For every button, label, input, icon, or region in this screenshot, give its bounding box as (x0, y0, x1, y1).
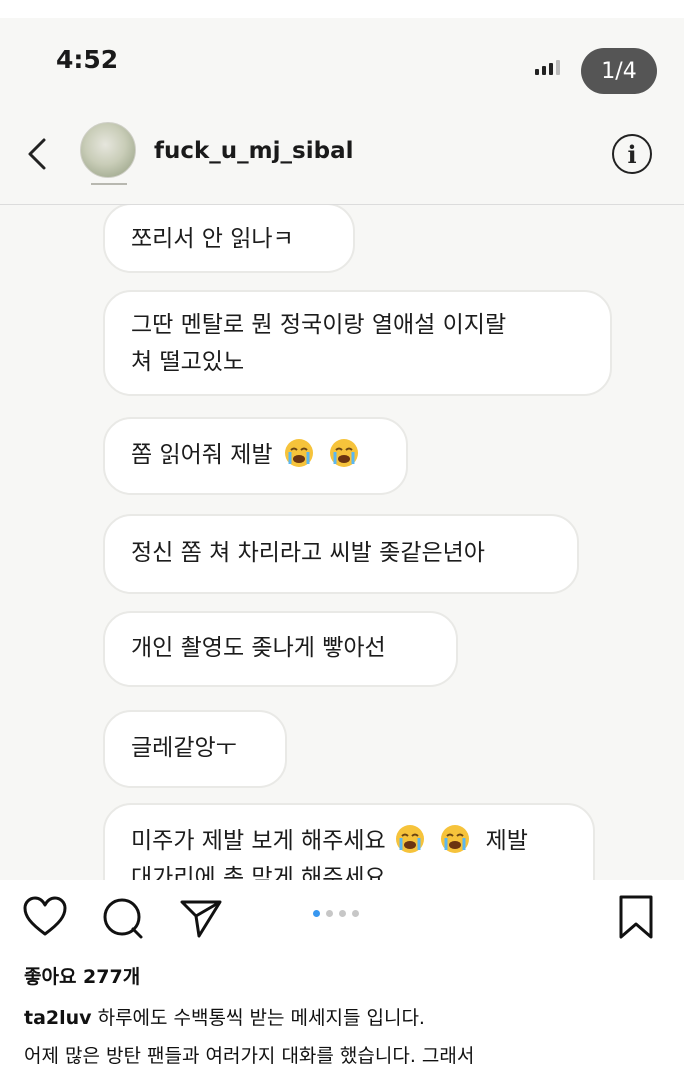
caption-line: 어제 많은 방탄 팬들과 여러가지 대화를 했습니다. 그래서 (24, 1045, 475, 1067)
message-text-line: 미주가 제발 보게 해주세요 제발 (131, 823, 567, 860)
carousel-dot (352, 910, 359, 917)
caption-username[interactable]: ta2luv (24, 1007, 92, 1029)
save-bookmark-icon[interactable] (618, 894, 654, 940)
avatar[interactable] (80, 122, 136, 185)
message-text: 정신 쫌 쳐 차리라고 씨발 좆같은년아 (131, 540, 485, 566)
image-pager-badge: 1/4 (581, 48, 657, 94)
message-bubble: 미주가 제발 보게 해주세요 제발 대가리에 총 맞게 해주세요 (103, 803, 595, 880)
back-chevron-icon[interactable] (22, 134, 52, 174)
status-time: 4:52 (56, 45, 119, 74)
carousel-indicator (313, 910, 359, 917)
message-bubble: 쫌 읽어줘 제발 (103, 417, 408, 495)
message-text: 미주가 제발 보게 해주세요 (131, 828, 386, 854)
crying-emoji-icon (396, 825, 425, 853)
post-footer: 좋아요 277개 ta2luv 하루에도 수백통씩 받는 메세지들 입니다. 어… (0, 880, 684, 1071)
signal-icon (535, 60, 560, 75)
like-count[interactable]: 좋아요 277개 (24, 962, 140, 989)
message-bubble: 그딴 멘탈로 뭔 정국이랑 열애설 이지랄 쳐 떨고있노 (103, 290, 612, 396)
comment-bubble-icon[interactable] (101, 896, 145, 940)
message-bubble: 개인 촬영도 좆나게 빻아선 (103, 611, 458, 687)
message-thread: 쪼리서 안 읽나ㅋ 그딴 멘탈로 뭔 정국이랑 열애설 이지랄 쳐 떨고있노 쫌… (0, 205, 684, 880)
carousel-dot (326, 910, 333, 917)
caption-text: 하루에도 수백통씩 받는 메세지들 입니다. (91, 1007, 425, 1029)
crying-emoji-icon (330, 439, 359, 467)
message-bubble: 글레같앙ㅜ (103, 710, 287, 788)
dm-header: fuck_u_mj_sibal i (0, 108, 684, 205)
info-icon[interactable]: i (612, 134, 652, 174)
message-text: 쫌 읽어줘 제발 (131, 442, 273, 468)
pager-label: 1/4 (601, 58, 637, 84)
message-text: 글레같앙ㅜ (131, 735, 237, 761)
message-text: 개인 촬영도 좆나게 빻아선 (131, 635, 386, 661)
message-text-line: 쳐 떨고있노 (131, 349, 245, 375)
post-image-screenshot[interactable]: 4:52 1/4 fuck_u_mj_sibal i 쪼리서 안 읽나ㅋ 그딴 … (0, 18, 684, 880)
caption-line: ta2luv 하루에도 수백통씩 받는 메세지들 입니다. (24, 1003, 425, 1030)
message-bubble: 쪼리서 안 읽나ㅋ (103, 205, 355, 273)
crying-emoji-icon (284, 439, 313, 467)
message-text: 쪼리서 안 읽나ㅋ (131, 226, 294, 252)
message-bubble: 정신 쫌 쳐 차리라고 씨발 좆같은년아 (103, 514, 579, 594)
crying-emoji-icon (441, 825, 470, 853)
message-text-line: 대가리에 총 맞게 해주세요 (131, 865, 386, 880)
message-text: 제발 (485, 828, 528, 854)
carousel-dot (313, 910, 320, 917)
share-paper-plane-icon[interactable] (179, 898, 223, 938)
dm-username[interactable]: fuck_u_mj_sibal (154, 138, 353, 164)
carousel-dot (339, 910, 346, 917)
message-text-line: 그딴 멘탈로 뭔 정국이랑 열애설 이지랄 (131, 312, 507, 338)
like-heart-icon[interactable] (22, 896, 68, 938)
top-strip (0, 0, 684, 18)
